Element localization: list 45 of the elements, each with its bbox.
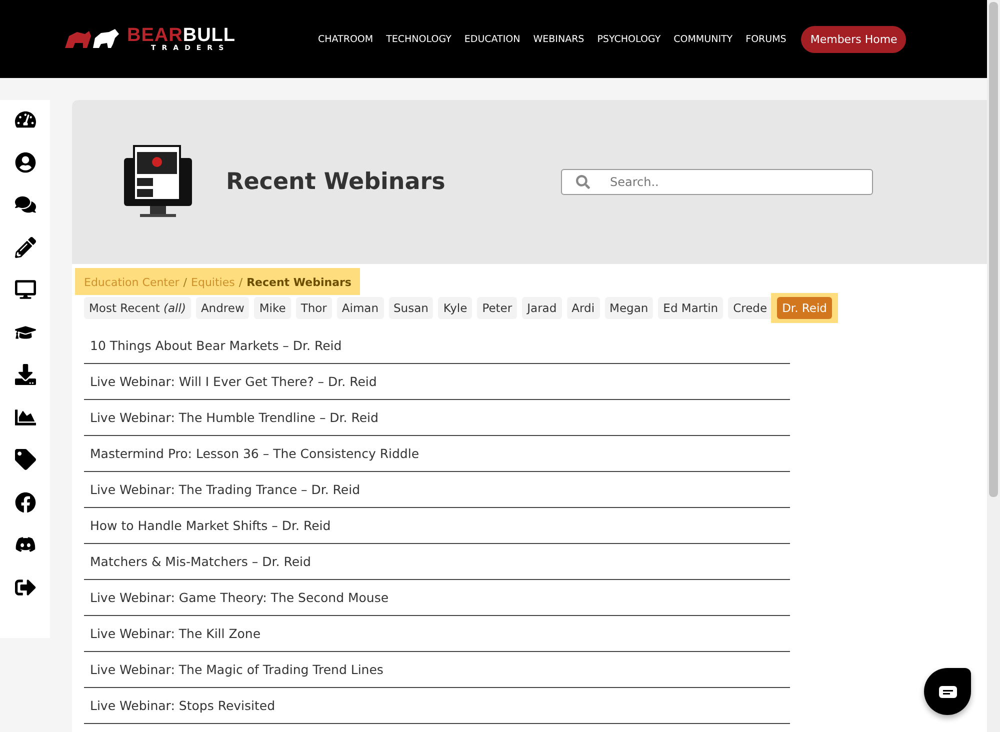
filter-tab[interactable]: Jarad <box>522 297 562 319</box>
webinar-link[interactable]: Live Webinar: The Kill Zone <box>84 616 790 652</box>
nav-link[interactable]: PSYCHOLOGY <box>597 34 661 44</box>
filter-tab[interactable]: Andrew <box>196 297 250 319</box>
webinar-link[interactable]: Live Webinar: The Magic of Trading Trend Lines <box>84 652 790 688</box>
search-field[interactable]: Search.. <box>561 169 873 195</box>
breadcrumb-separator: / <box>238 276 243 289</box>
filter-tab[interactable]: Susan <box>388 297 434 319</box>
filter-tab[interactable]: Ed Martin <box>658 297 724 319</box>
webinar-link[interactable]: Live Webinar: Game Theory: The Second Mouse <box>84 580 790 616</box>
nav-link[interactable]: FORUMS <box>746 34 786 44</box>
webinar-link[interactable]: Live Webinar: The Trading Trance – Dr. Reid <box>84 472 790 508</box>
breadcrumb-link[interactable]: Recent Webinars <box>246 276 352 289</box>
webinar-link[interactable]: Matchers & Mis-Matchers – Dr. Reid <box>84 544 790 580</box>
tag-icon[interactable] <box>14 446 36 473</box>
nav-link[interactable]: COMMUNITY <box>674 34 733 44</box>
filter-tab[interactable]: Mike <box>254 297 291 319</box>
filter-tab[interactable]: Crede <box>728 297 772 319</box>
filter-tab[interactable]: Aiman <box>336 297 384 319</box>
logo-text: BEARBULL <box>127 26 236 45</box>
filter-tab[interactable]: Ardi <box>566 297 600 319</box>
webinar-link[interactable]: Mastermind Pro: Lesson 36 – The Consistency Riddle <box>84 436 790 472</box>
webinar-link[interactable]: Live Webinar: Stops Revisited <box>84 688 790 724</box>
webinar-link[interactable]: Live Webinar: The Humble Trendline – Dr. Reid <box>84 400 790 436</box>
search-icon <box>576 175 590 189</box>
page-title: Recent Webinars <box>226 169 446 195</box>
filter-tab[interactable]: Kyle <box>438 297 472 319</box>
breadcrumb-separator: / <box>183 276 188 289</box>
nav-link[interactable]: TECHNOLOGY <box>386 34 452 44</box>
webinar-link[interactable]: How to Handle Market Shifts – Dr. Reid <box>84 508 790 544</box>
logo-icon <box>63 28 121 50</box>
nav-link[interactable]: CHATROOM <box>318 34 374 44</box>
webinar-link[interactable]: 10 Things About Bear Markets – Dr. Reid <box>84 328 790 364</box>
monitor-icon <box>122 144 194 220</box>
filter-tab[interactable]: Thor <box>296 297 332 319</box>
nav-link[interactable]: EDUCATION <box>464 34 520 44</box>
chat-icon <box>938 686 956 698</box>
webinar-link[interactable]: Live Webinar: Will I Ever Get There? – Dr. Reid <box>84 364 790 400</box>
members-home-button[interactable]: Members Home <box>801 26 906 52</box>
download-icon[interactable] <box>14 361 36 388</box>
scrollbar[interactable] <box>987 0 1000 732</box>
filter-tab[interactable]: Megan <box>604 297 654 319</box>
nav-link[interactable]: WEBINARS <box>533 34 584 44</box>
filter-tab[interactable]: Most Recent (all) <box>84 297 191 319</box>
filter-tab[interactable]: Peter <box>477 297 518 319</box>
